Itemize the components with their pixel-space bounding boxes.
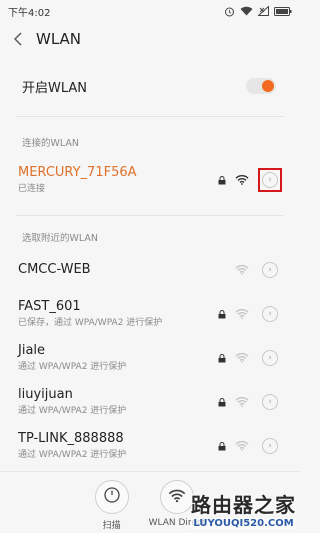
wifi-signal-icon (234, 308, 250, 320)
connected-section-header: 连接的WLAN (22, 138, 80, 149)
network-row-jiale[interactable]: Jiale 通过 WPA/WPA2 进行保护 › (0, 336, 300, 380)
wlan-toggle-row[interactable]: 开启WLAN (0, 64, 300, 108)
timer-icon (103, 486, 121, 508)
network-status: 通过 WPA/WPA2 进行保护 (18, 450, 127, 460)
lock-icon (217, 441, 226, 451)
network-row-liuyijuan[interactable]: liuyijuan 通过 WPA/WPA2 进行保护 › (0, 380, 300, 424)
wifi-signal-icon (234, 352, 250, 364)
status-time: 下午4:02 (8, 7, 51, 19)
highlight-box: › (258, 168, 282, 192)
wifi-signal-icon (234, 174, 250, 186)
lock-icon (217, 397, 226, 407)
scan-label: 扫描 (102, 521, 121, 531)
network-detail-button[interactable]: › (262, 438, 278, 454)
network-row-fast-601[interactable]: FAST_601 已保存，通过 WPA/WPA2 进行保护 › (0, 292, 300, 336)
network-name: TP-LINK_888888 (18, 431, 124, 446)
lock-icon (217, 353, 226, 363)
watermark-title: 路由器之家 (191, 493, 296, 517)
lock-icon (217, 309, 226, 319)
network-name: FAST_601 (18, 299, 81, 314)
network-detail-button[interactable]: › (262, 350, 278, 366)
status-bar: 下午4:02 (0, 0, 300, 22)
wifi-signal-icon (234, 264, 250, 276)
wifi-icon (240, 6, 253, 16)
watermark-url: LUYOUQI520.COM (191, 518, 296, 529)
divider (16, 116, 284, 117)
network-detail-button[interactable]: › (262, 306, 278, 322)
wlan-toggle-switch[interactable] (246, 78, 276, 94)
battery-icon (274, 6, 292, 16)
wifi-signal-icon (234, 396, 250, 408)
network-name: CMCC-WEB (18, 262, 91, 277)
sim-x-icon (258, 6, 269, 16)
network-detail-button[interactable]: › (262, 262, 278, 278)
title-bar: WLAN (0, 22, 300, 56)
page-title: WLAN (36, 30, 82, 48)
network-name: Jiale (18, 343, 46, 358)
network-row-mercury[interactable]: MERCURY_71F56A 已连接 › (0, 155, 300, 205)
lock-icon (217, 175, 226, 185)
network-status: 通过 WPA/WPA2 进行保护 (18, 406, 127, 416)
network-status: 已连接 (18, 184, 46, 194)
network-status: 通过 WPA/WPA2 进行保护 (18, 362, 127, 372)
toggle-knob (262, 80, 274, 92)
network-name: liuyijuan (18, 387, 73, 402)
network-status: 已保存，通过 WPA/WPA2 进行保护 (18, 318, 163, 328)
chevron-left-icon[interactable] (10, 31, 26, 47)
wifi-icon (168, 488, 186, 507)
nearby-section-header: 选取附近的WLAN (22, 233, 99, 244)
network-row-cmcc-web[interactable]: CMCC-WEB › (0, 248, 300, 292)
watermark: 路由器之家 LUYOUQI520.COM (191, 489, 296, 529)
network-detail-button[interactable]: › (262, 172, 278, 188)
divider (16, 215, 284, 216)
network-name: MERCURY_71F56A (18, 165, 137, 180)
scan-button[interactable]: 扫描 (94, 480, 129, 533)
network-row-tp-link[interactable]: TP-LINK_888888 通过 WPA/WPA2 进行保护 › (0, 424, 300, 468)
network-detail-button[interactable]: › (262, 394, 278, 410)
wlan-toggle-label: 开启WLAN (22, 80, 88, 96)
wifi-signal-icon (234, 440, 250, 452)
alarm-icon (224, 6, 235, 17)
